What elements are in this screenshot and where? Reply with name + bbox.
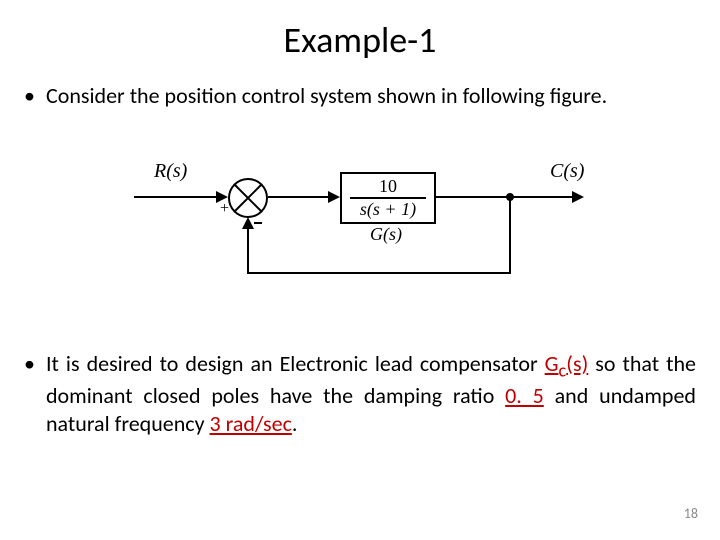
slide: Example-1 • Consider the position contro… bbox=[0, 0, 720, 540]
bullet-dot-icon: • bbox=[24, 82, 35, 109]
tf-denominator: s(s + 1) bbox=[342, 199, 434, 222]
page-number: 18 bbox=[684, 505, 698, 522]
slide-title: Example-1 bbox=[0, 18, 720, 62]
sum-to-tf-line bbox=[268, 196, 330, 198]
bullet-dot-icon: • bbox=[24, 350, 35, 378]
tf-to-output-line bbox=[434, 196, 574, 198]
block-diagram: R(s) + 10 s(s + 1) G(s) C(s) bbox=[120, 160, 600, 310]
compensator-symbol: Gc(s) bbox=[545, 350, 589, 377]
transfer-function-block: 10 s(s + 1) bbox=[340, 172, 436, 224]
natural-frequency-value: 3 rad/sec bbox=[210, 410, 292, 437]
feedback-up-line bbox=[247, 228, 249, 274]
input-signal-label: R(s) bbox=[154, 160, 187, 183]
feedback-left-line bbox=[247, 272, 511, 274]
plus-sign: + bbox=[220, 200, 229, 218]
summing-junction bbox=[228, 178, 268, 218]
bullet-1: • Consider the position control system s… bbox=[24, 82, 696, 109]
minus-sign-icon bbox=[254, 222, 262, 224]
summing-x-icon bbox=[230, 180, 266, 216]
output-signal-label: C(s) bbox=[550, 160, 584, 183]
output-arrow-icon bbox=[572, 191, 584, 203]
tf-numerator: 10 bbox=[342, 174, 434, 197]
tf-label: G(s) bbox=[360, 224, 412, 245]
feedback-down-line bbox=[509, 198, 511, 274]
input-line bbox=[134, 196, 218, 198]
bullet-1-text: Consider the position control system sho… bbox=[46, 82, 696, 109]
bullet-2: • It is desired to design an Electronic … bbox=[24, 350, 696, 437]
sum-to-tf-arrow-icon bbox=[328, 191, 340, 203]
feedback-arrow-icon bbox=[242, 217, 254, 229]
bullet-2-text: It is desired to design an Electronic le… bbox=[46, 350, 696, 437]
damping-ratio-value: 0. 5 bbox=[505, 382, 544, 409]
